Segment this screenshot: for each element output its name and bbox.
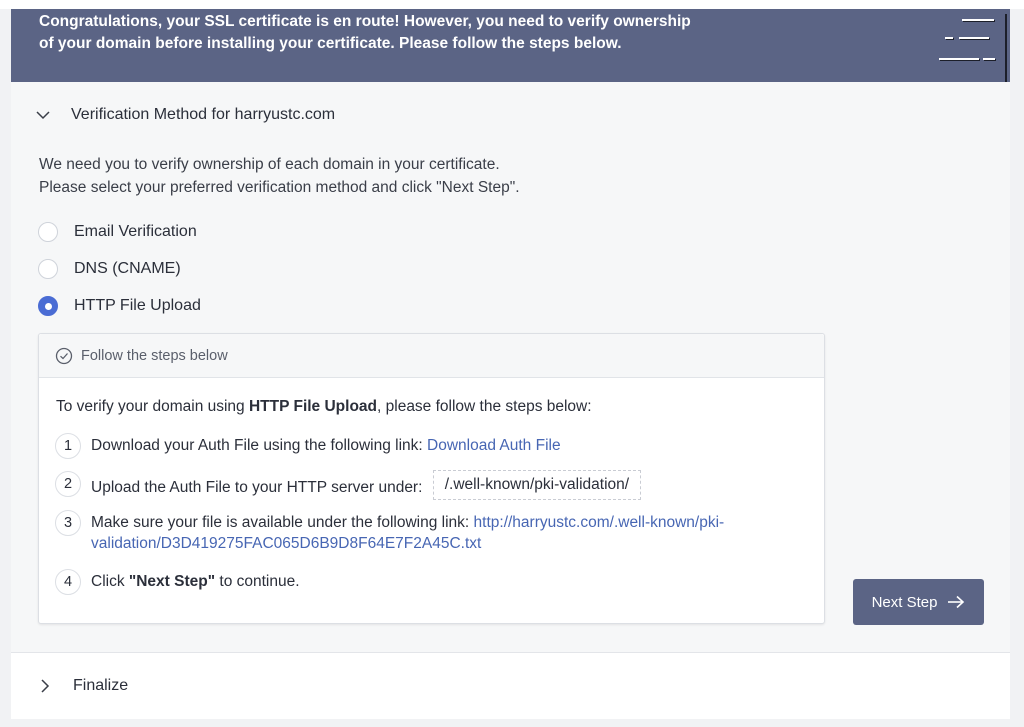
banner-line-2: of your domain before installing your ce… <box>39 35 622 52</box>
radio-label: Email Verification <box>74 223 197 240</box>
chevron-right-icon <box>41 679 50 693</box>
verification-intro: We need you to verify ownership of each … <box>39 153 520 199</box>
step-2-text: Upload the Auth File to your HTTP server… <box>91 479 423 496</box>
radio-button[interactable] <box>38 222 58 242</box>
step-3: 3 Make sure your file is available under… <box>55 510 724 554</box>
step-number: 2 <box>55 471 81 497</box>
check-circle-icon <box>55 347 73 364</box>
arrow-right-icon <box>948 595 965 609</box>
step-4-prefix: Click <box>91 573 129 590</box>
radio-button-selected[interactable] <box>38 296 58 316</box>
next-step-button[interactable]: Next Step <box>853 579 984 625</box>
top-strip <box>0 0 1024 9</box>
radio-label: DNS (CNAME) <box>74 260 181 277</box>
download-auth-file-link[interactable]: Download Auth File <box>427 437 561 454</box>
verification-section-header[interactable]: Verification Method for harryustc.com <box>35 106 335 124</box>
steps-panel-title: Follow the steps below <box>81 347 228 364</box>
radio-button[interactable] <box>38 259 58 279</box>
chevron-down-icon <box>36 111 50 120</box>
radio-dns-cname[interactable]: DNS (CNAME) <box>38 259 181 279</box>
step-1: 1 Download your Auth File using the foll… <box>55 433 561 459</box>
banner-line-1: Congratulations, your SSL certificate is… <box>39 13 691 30</box>
lead-bold: HTTP File Upload <box>248 398 378 415</box>
radio-email-verification[interactable]: Email Verification <box>38 222 197 242</box>
validation-path-box[interactable]: /.well-known/pki-validation/ <box>432 470 642 500</box>
step-4-suffix: to continue. <box>215 573 300 590</box>
banner-decoration-icon <box>939 14 1007 82</box>
steps-lead-text: To verify your domain using HTTP File Up… <box>56 398 592 416</box>
step-text: Download your Auth File using the follow… <box>91 433 561 456</box>
verification-card: Verification Method for harryustc.com We… <box>11 82 1010 653</box>
steps-panel-header: Follow the steps below <box>39 334 824 378</box>
step-number: 3 <box>55 510 81 536</box>
intro-line-2: Please select your preferred verificatio… <box>39 179 520 196</box>
lead-suffix: , please follow the steps below: <box>377 398 592 415</box>
next-step-label: Next Step <box>871 593 938 611</box>
step-4: 4 Click "Next Step" to continue. <box>55 569 300 595</box>
radio-http-file-upload[interactable]: HTTP File Upload <box>38 296 201 316</box>
lead-prefix: To verify your domain using <box>56 398 249 415</box>
step-text: Upload the Auth File to your HTTP server… <box>91 470 642 503</box>
step-text: Click "Next Step" to continue. <box>91 569 300 592</box>
finalize-title: Finalize <box>73 677 129 694</box>
step-1-text: Download your Auth File using the follow… <box>91 437 428 454</box>
verification-section-title: Verification Method for harryustc.com <box>71 106 336 123</box>
validation-url-line-2: validation/D3D419275FAC065D6B9D8F64E7F2A… <box>91 535 482 552</box>
step-3-text: Make sure your file is available under t… <box>91 514 474 531</box>
step-number: 4 <box>55 569 81 595</box>
radio-label: HTTP File Upload <box>74 297 201 314</box>
step-text: Make sure your file is available under t… <box>91 510 724 554</box>
banner-message: Congratulations, your SSL certificate is… <box>39 11 759 55</box>
step-number: 1 <box>55 433 81 459</box>
step-4-bold: "Next Step" <box>128 573 216 590</box>
validation-url-line-1: http://harryustc.com/.well-known/pki- <box>473 514 725 531</box>
step-2: 2 Upload the Auth File to your HTTP serv… <box>55 470 642 503</box>
congratulations-banner: Congratulations, your SSL certificate is… <box>11 9 1010 82</box>
finalize-section-header[interactable]: Finalize <box>11 653 1010 719</box>
intro-line-1: We need you to verify ownership of each … <box>39 156 500 173</box>
steps-panel: Follow the steps below To verify your do… <box>38 333 825 624</box>
